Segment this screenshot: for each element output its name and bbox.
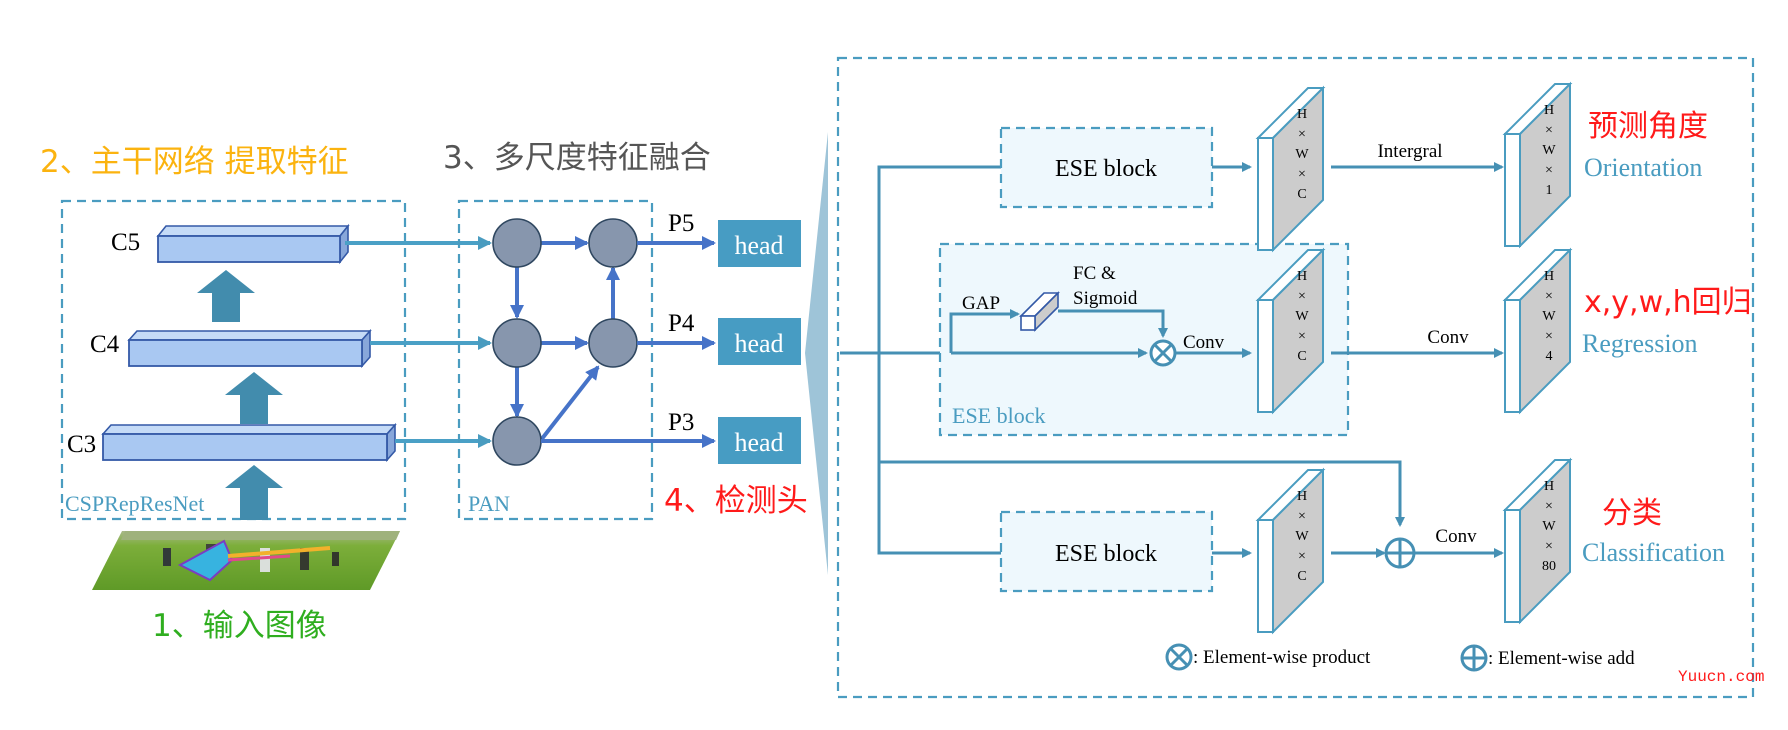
ese-block-bottom-label: ESE block [1055,541,1157,567]
legend-product-label: : Element-wise product [1193,647,1371,668]
dimension-text: 80 [1542,559,1556,574]
dimension-text: W [1542,309,1556,324]
head-label: head [734,231,783,260]
level-label-c4: C4 [90,331,120,358]
dimension-text: W [1295,147,1309,162]
head-label: head [734,329,783,358]
dimension-text: C [1297,187,1306,202]
feature-bar-c5 [156,223,350,265]
dimension-text: W [1542,519,1556,534]
dimension-text: H [1297,107,1307,122]
dimension-text: C [1297,349,1306,364]
dimension-text: × [1545,539,1553,554]
dimension-text: × [1298,509,1306,524]
conv-label-inner: Conv [1183,332,1225,353]
pan-name: PAN [468,491,510,516]
step-neck-label: 3、多尺度特征融合 [443,140,711,176]
dimension-text: C [1297,569,1306,584]
dimension-text: H [1544,103,1554,118]
pan-node [492,318,542,368]
output-label-p5: P5 [668,210,694,237]
dimension-text: H [1544,479,1554,494]
feature-map-hwc: H × W × C [1255,85,1326,253]
dimension-text: 4 [1546,349,1553,364]
fc-label-line1: FC & [1073,263,1116,284]
output-en-orientation: Orientation [1584,153,1702,182]
head-detail-panel: ESE block ESE block GAP FC & Sigmoid Con… [836,56,1755,699]
dimension-text: × [1545,289,1553,304]
gap-label: GAP [962,293,1000,314]
pan-node [588,318,638,368]
pan-node [492,416,542,466]
pan-node [492,218,542,268]
dimension-text: × [1545,499,1553,514]
output-cn-classification: 分类 [1602,496,1662,531]
watermark: Yuucn.com [1678,668,1764,686]
dimension-text: × [1298,289,1306,304]
output-cn-orientation: 预测角度 [1588,109,1708,144]
pan-node [588,218,638,268]
legend-product-icon [1165,643,1193,671]
architecture-diagram: 2、主干网络 提取特征 3、多尺度特征融合 4、检测头 1、输入图像 CSPRe… [40,56,1764,699]
dimension-text: × [1545,329,1553,344]
head-box-p5[interactable]: head [718,220,801,267]
output-en-classification: Classification [1582,538,1725,567]
branch-op-classification: Conv [1435,526,1477,547]
output-label-p3: P3 [668,409,694,436]
dimension-text: × [1298,167,1306,182]
up-arrow-icon [197,270,255,322]
input-image [92,531,400,590]
dimension-text: H [1544,269,1554,284]
dimension-text: × [1545,163,1553,178]
head-box-p3[interactable]: head [718,417,801,464]
output-map-orientation: H × W × 1 [1502,81,1573,249]
step-backbone-label: 2、主干网络 提取特征 [40,144,349,180]
branch-op-regression: Conv [1427,327,1469,348]
level-label-c3: C3 [67,431,96,458]
legend: : Element-wise product : Element-wise ad… [1165,643,1635,672]
output-label-p4: P4 [668,310,695,337]
step-input-label: 1、输入图像 [152,608,327,644]
feature-bar-c3 [101,422,397,463]
legend-add-label: : Element-wise add [1488,648,1635,669]
feature-bar-c4 [127,328,372,369]
branch-op-orientation: Intergral [1377,141,1442,162]
element-wise-add-icon [1384,537,1416,569]
backbone-group: CSPRepResNet C5 C4 C3 [60,199,407,521]
dimension-text: H [1297,269,1307,284]
up-arrow-icon [225,465,283,520]
fc-label-line2: Sigmoid [1073,288,1138,309]
head-label: head [734,428,783,457]
dimension-text: W [1542,143,1556,158]
feature-map-hwc: H × W × C [1255,467,1326,635]
output-en-regression: Regression [1582,329,1698,358]
ese-block-top-label: ESE block [1055,156,1157,182]
output-cn-regression: x,y,w,h回归 [1584,285,1752,320]
dimension-text: × [1298,549,1306,564]
dimension-text: × [1298,329,1306,344]
backbone-name: CSPRepResNet [65,491,204,516]
level-label-c5: C5 [111,229,140,256]
output-map-regression: H × W × 4 [1502,247,1573,415]
output-map-classification: H × W × 80 [1502,457,1573,625]
dimension-text: H [1297,489,1307,504]
dimension-text: W [1295,309,1309,324]
ese-block-expanded-label: ESE block [952,403,1046,428]
up-arrow-icon [225,372,283,424]
dimension-text: 1 [1546,183,1553,198]
dimension-text: × [1545,123,1553,138]
head-box-p4[interactable]: head [718,318,801,365]
dimension-text: W [1295,529,1309,544]
dimension-text: × [1298,127,1306,142]
callout-wedge [805,132,828,575]
element-wise-product-icon [1149,339,1177,367]
pan-group: PAN [457,199,654,521]
step-head-label: 4、检测头 [664,483,808,519]
legend-add-icon [1460,644,1488,672]
